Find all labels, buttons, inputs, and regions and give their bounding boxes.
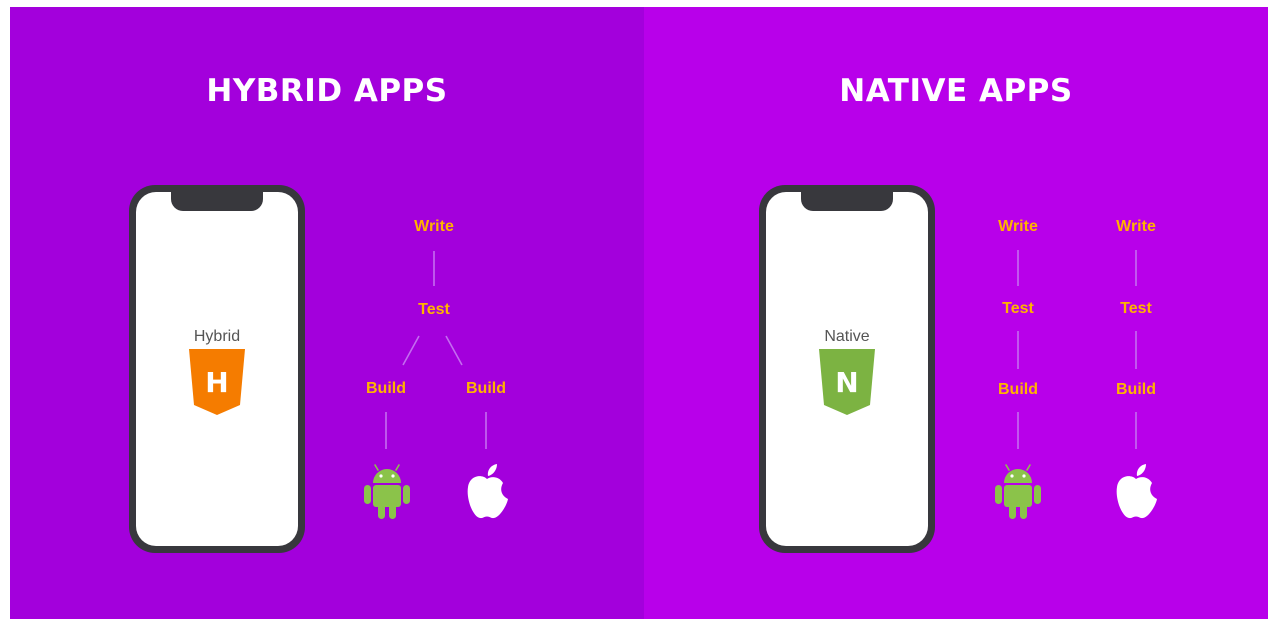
hybrid-step-build-android: Build (366, 380, 406, 397)
native-app-label: Native (824, 328, 870, 345)
hybrid-app-label: Hybrid (193, 328, 241, 345)
native-panel: NATIVE APPS Native N Write Test Build Wr… (644, 7, 1268, 619)
native-android-step-test: Test (1002, 300, 1034, 317)
native-ios-step-write: Write (1116, 218, 1156, 235)
native-android-step-write: Write (998, 218, 1038, 235)
connector-test-build-ios (445, 335, 463, 366)
hybrid-step-test: Test (418, 301, 450, 318)
hybrid-step-build-ios: Build (466, 380, 506, 397)
hybrid-badge-icon: H (189, 349, 245, 415)
hybrid-phone-screen: Hybrid H (136, 192, 298, 546)
native-badge-letter: N (835, 366, 858, 399)
native-ios-step-build: Build (1116, 381, 1156, 398)
comparison-diagram: HYBRID APPS Hybrid H Write Test Build Bu… (10, 7, 1268, 619)
hybrid-step-write: Write (414, 218, 454, 235)
android-icon (995, 464, 1041, 519)
hybrid-phone: Hybrid H (129, 185, 305, 553)
native-badge-icon: N (819, 349, 875, 415)
android-icon (364, 464, 410, 519)
phone-notch (171, 192, 263, 211)
native-phone-screen: Native N (766, 192, 928, 546)
native-android-step-build: Build (998, 381, 1038, 398)
hybrid-panel: HYBRID APPS Hybrid H Write Test Build Bu… (10, 7, 644, 619)
hybrid-badge-letter: H (205, 366, 228, 399)
apple-icon (1116, 464, 1157, 519)
connector-test-build-android (402, 335, 420, 366)
native-ios-step-test: Test (1120, 300, 1152, 317)
native-title: NATIVE APPS (839, 73, 1073, 109)
apple-icon (467, 464, 508, 519)
native-phone: Native N (759, 185, 935, 553)
phone-notch (801, 192, 893, 211)
hybrid-title: HYBRID APPS (206, 73, 448, 109)
